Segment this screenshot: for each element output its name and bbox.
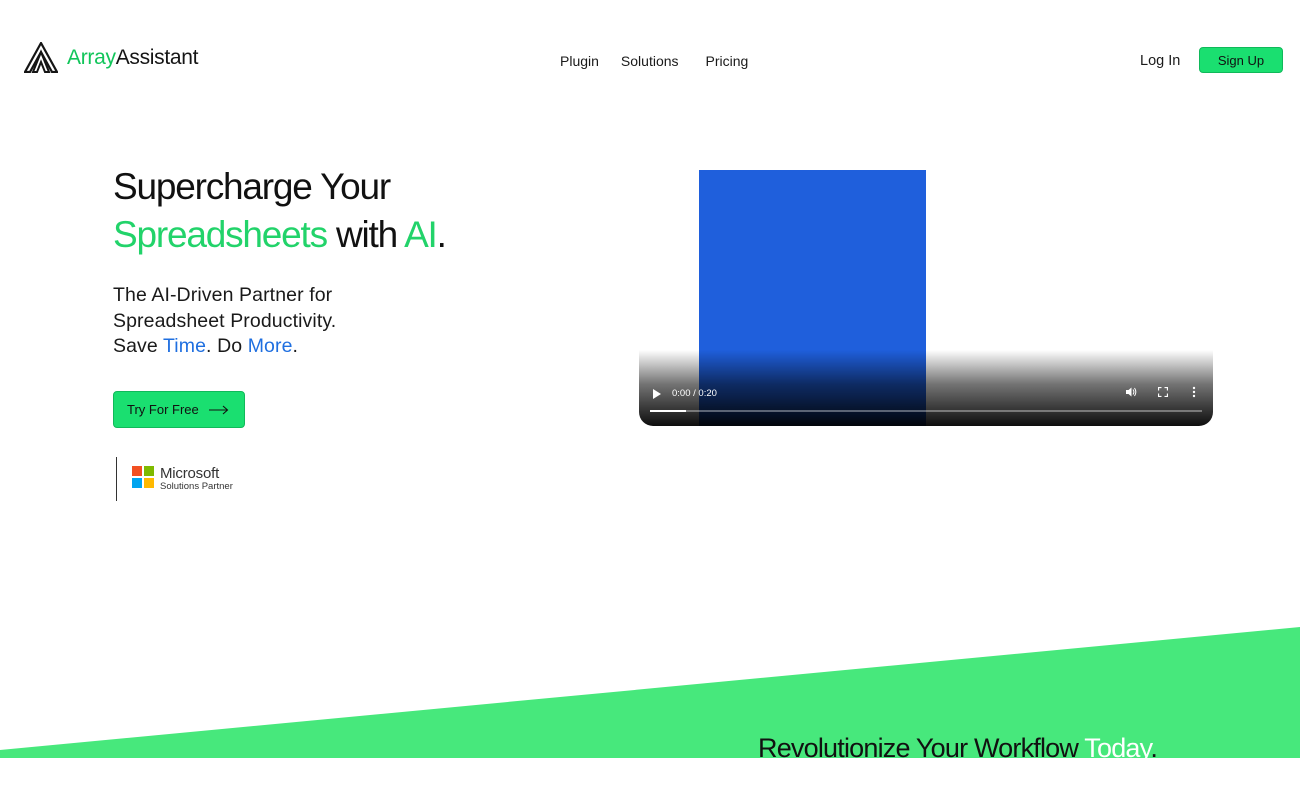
fullscreen-icon[interactable] — [1158, 387, 1168, 397]
subtitle-more: More — [247, 335, 293, 357]
hero-title: Supercharge Your Spreadsheets with AI. — [113, 163, 447, 259]
hero-title-ai: AI — [404, 214, 438, 255]
bottom-heading-end: . — [1150, 733, 1158, 763]
bottom-heading-highlight: Today — [1084, 733, 1151, 763]
subtitle-end: . — [292, 335, 299, 357]
login-link[interactable]: Log In — [1140, 53, 1180, 69]
page: Revolutionize Your Workflow Today. Array… — [0, 0, 1300, 788]
hero-subtitle: The AI-Driven Partner for Spreadsheet Pr… — [113, 283, 336, 360]
subtitle-line2: Spreadsheet Productivity. — [113, 309, 337, 332]
try-for-free-label: Try For Free — [127, 402, 199, 417]
brand-name-array: Array — [67, 45, 116, 69]
partner-name: Microsoft — [160, 465, 220, 483]
video-timecode: 0:00 / 0:20 — [672, 388, 717, 399]
volume-icon[interactable] — [1125, 386, 1137, 398]
hero-title-with: with — [326, 214, 405, 255]
hero-title-line1: Supercharge Your — [113, 166, 391, 207]
bottom-section-heading: Revolutionize Your Workflow Today. — [758, 731, 1158, 765]
subtitle-time: Time — [163, 335, 207, 357]
brand-name-assistant: Assistant — [115, 45, 199, 69]
subtitle-save: Save — [113, 335, 164, 357]
brand-logo[interactable]: ArrayAssistant — [24, 42, 198, 73]
signup-button[interactable]: Sign Up — [1199, 47, 1283, 73]
nav-item-pricing[interactable]: Pricing — [706, 53, 749, 69]
subtitle-line1: The AI-Driven Partner for — [113, 284, 333, 306]
demo-video-player[interactable]: 0:00 / 0:20 — [639, 170, 1213, 426]
video-progress-bar[interactable] — [650, 410, 1202, 412]
arrayassistant-logo-icon — [24, 42, 58, 73]
nav-item-plugin[interactable]: Plugin — [560, 53, 599, 69]
arrow-right-icon — [208, 405, 229, 414]
brand-name: ArrayAssistant — [67, 46, 198, 70]
try-for-free-button[interactable]: Try For Free — [113, 391, 245, 428]
microsoft-partner-badge: Microsoft Solutions Partner — [116, 457, 233, 501]
more-options-icon[interactable] — [1192, 386, 1196, 398]
partner-subtitle: Solutions Partner — [160, 481, 233, 493]
nav-item-solutions[interactable]: Solutions — [621, 53, 679, 69]
bottom-heading-pre: Revolutionize Your Workflow — [758, 733, 1085, 763]
microsoft-logo-icon — [132, 466, 154, 488]
subtitle-do: . Do — [206, 335, 248, 357]
play-icon[interactable] — [653, 389, 661, 399]
hero-title-spreadsheets: Spreadsheets — [113, 214, 328, 255]
video-progress-fill — [650, 410, 686, 412]
hero-title-period: . — [436, 214, 447, 255]
main-nav: Plugin Solutions Pricing — [560, 53, 748, 69]
